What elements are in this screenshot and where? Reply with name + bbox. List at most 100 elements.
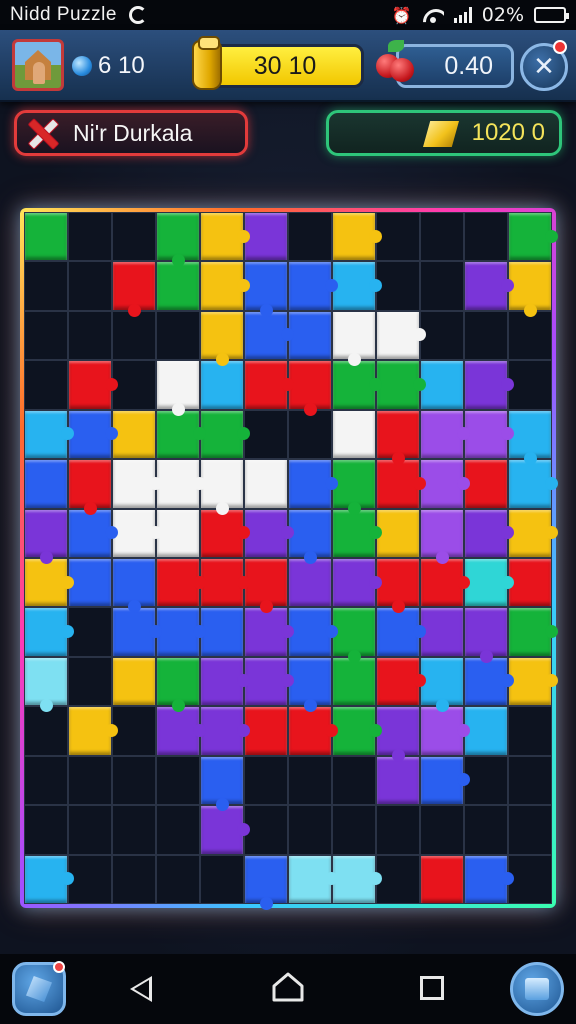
- puzzle-piece[interactable]: [244, 360, 294, 410]
- puzzle-piece[interactable]: [332, 360, 382, 410]
- puzzle-piece[interactable]: [68, 706, 118, 756]
- puzzle-piece[interactable]: [332, 656, 376, 707]
- puzzle-piece[interactable]: [156, 706, 206, 756]
- back-icon[interactable]: [130, 976, 152, 1002]
- puzzle-piece[interactable]: [112, 261, 156, 318]
- puzzle-piece[interactable]: [156, 557, 206, 608]
- puzzle-piece[interactable]: [200, 261, 250, 311]
- puzzle-piece[interactable]: [376, 706, 420, 763]
- puzzle-piece[interactable]: [244, 706, 288, 756]
- puzzle-piece[interactable]: [288, 607, 338, 657]
- puzzle-piece[interactable]: [420, 459, 470, 509]
- puzzle-piece[interactable]: [24, 459, 68, 509]
- puzzle-piece[interactable]: [68, 557, 112, 608]
- puzzle-piece[interactable]: [112, 459, 162, 509]
- puzzle-piece[interactable]: [464, 607, 508, 664]
- puzzle-piece[interactable]: [332, 409, 376, 460]
- gold-counter[interactable]: 30 10: [206, 44, 364, 88]
- puzzle-piece[interactable]: [420, 755, 470, 806]
- puzzle-piece[interactable]: [332, 557, 382, 608]
- puzzle-piece[interactable]: [24, 854, 74, 904]
- puzzle-piece[interactable]: [156, 261, 200, 311]
- puzzle-piece[interactable]: [156, 459, 206, 509]
- puzzle-piece[interactable]: [464, 706, 508, 756]
- puzzle-piece[interactable]: [332, 854, 382, 904]
- settings-button[interactable]: ✕: [520, 40, 568, 91]
- puzzle-piece[interactable]: [420, 706, 470, 756]
- puzzle-piece[interactable]: [244, 656, 294, 707]
- level-name-pill[interactable]: Ni'r Durkala: [14, 110, 248, 156]
- recents-icon[interactable]: [420, 976, 444, 1000]
- puzzle-piece[interactable]: [112, 656, 156, 707]
- puzzle-piece[interactable]: [508, 508, 558, 558]
- puzzle-piece[interactable]: [508, 261, 552, 318]
- puzzle-piece[interactable]: [376, 607, 426, 657]
- puzzle-piece[interactable]: [244, 508, 294, 558]
- puzzle-piece[interactable]: [156, 409, 206, 460]
- puzzle-piece[interactable]: [420, 607, 464, 657]
- puzzle-piece[interactable]: [244, 261, 288, 318]
- puzzle-piece[interactable]: [244, 557, 288, 614]
- puzzle-piece[interactable]: [332, 607, 376, 664]
- puzzle-piece[interactable]: [244, 212, 288, 262]
- puzzle-piece[interactable]: [464, 459, 508, 509]
- puzzle-piece[interactable]: [464, 656, 514, 707]
- home-icon[interactable]: [270, 970, 306, 1004]
- puzzle-piece[interactable]: [464, 360, 514, 410]
- puzzle-piece[interactable]: [288, 706, 338, 756]
- puzzle-piece[interactable]: [200, 459, 244, 516]
- puzzle-piece[interactable]: [464, 409, 514, 460]
- puzzle-piece[interactable]: [464, 261, 514, 311]
- puzzle-piece[interactable]: [156, 656, 200, 713]
- puzzle-piece[interactable]: [508, 459, 558, 509]
- puzzle-piece[interactable]: [376, 656, 426, 707]
- puzzle-piece[interactable]: [200, 557, 250, 608]
- puzzle-piece[interactable]: [156, 607, 206, 657]
- puzzle-piece[interactable]: [420, 557, 470, 608]
- puzzle-piece[interactable]: [508, 656, 558, 707]
- puzzle-piece[interactable]: [24, 212, 68, 262]
- puzzle-piece[interactable]: [24, 409, 74, 460]
- puzzle-piece[interactable]: [376, 459, 426, 509]
- puzzle-piece[interactable]: [200, 656, 250, 707]
- puzzle-piece[interactable]: [156, 508, 200, 558]
- puzzle-piece[interactable]: [200, 805, 250, 855]
- puzzle-piece[interactable]: [464, 854, 514, 904]
- puzzle-piece[interactable]: [464, 508, 514, 558]
- puzzle-piece[interactable]: [68, 459, 112, 516]
- puzzle-piece[interactable]: [200, 409, 250, 460]
- puzzle-piece[interactable]: [200, 607, 244, 657]
- puzzle-piece[interactable]: [508, 557, 552, 608]
- puzzle-piece[interactable]: [332, 459, 376, 516]
- puzzle-piece[interactable]: [288, 261, 338, 311]
- puzzle-piece[interactable]: [420, 409, 470, 460]
- pieces-button[interactable]: [12, 961, 66, 1016]
- puzzle-piece[interactable]: [288, 854, 338, 904]
- puzzle-piece[interactable]: [200, 360, 244, 410]
- puzzle-piece[interactable]: [112, 557, 156, 614]
- puzzle-piece[interactable]: [376, 557, 420, 614]
- puzzle-piece[interactable]: [24, 557, 74, 608]
- puzzle-piece[interactable]: [332, 310, 376, 367]
- puzzle-piece[interactable]: [156, 212, 200, 268]
- puzzle-piece[interactable]: [376, 310, 426, 361]
- puzzle-piece[interactable]: [112, 409, 156, 460]
- puzzle-piece[interactable]: [200, 508, 250, 558]
- puzzle-piece[interactable]: [376, 409, 420, 466]
- puzzle-piece[interactable]: [244, 310, 294, 361]
- puzzle-piece[interactable]: [464, 557, 514, 608]
- puzzle-piece[interactable]: [24, 508, 68, 565]
- puzzle-piece[interactable]: [420, 508, 464, 565]
- puzzle-piece[interactable]: [288, 310, 332, 361]
- puzzle-piece[interactable]: [244, 607, 294, 657]
- puzzle-piece[interactable]: [332, 212, 382, 262]
- puzzle-piece[interactable]: [420, 656, 464, 713]
- puzzle-piece[interactable]: [288, 656, 332, 713]
- puzzle-piece[interactable]: [376, 360, 426, 410]
- puzzle-piece[interactable]: [288, 459, 338, 509]
- puzzle-piece[interactable]: [112, 508, 162, 558]
- player-avatar[interactable]: [12, 39, 64, 91]
- puzzle-piece[interactable]: [508, 409, 552, 466]
- puzzle-piece[interactable]: [244, 854, 288, 911]
- puzzle-piece[interactable]: [200, 212, 250, 262]
